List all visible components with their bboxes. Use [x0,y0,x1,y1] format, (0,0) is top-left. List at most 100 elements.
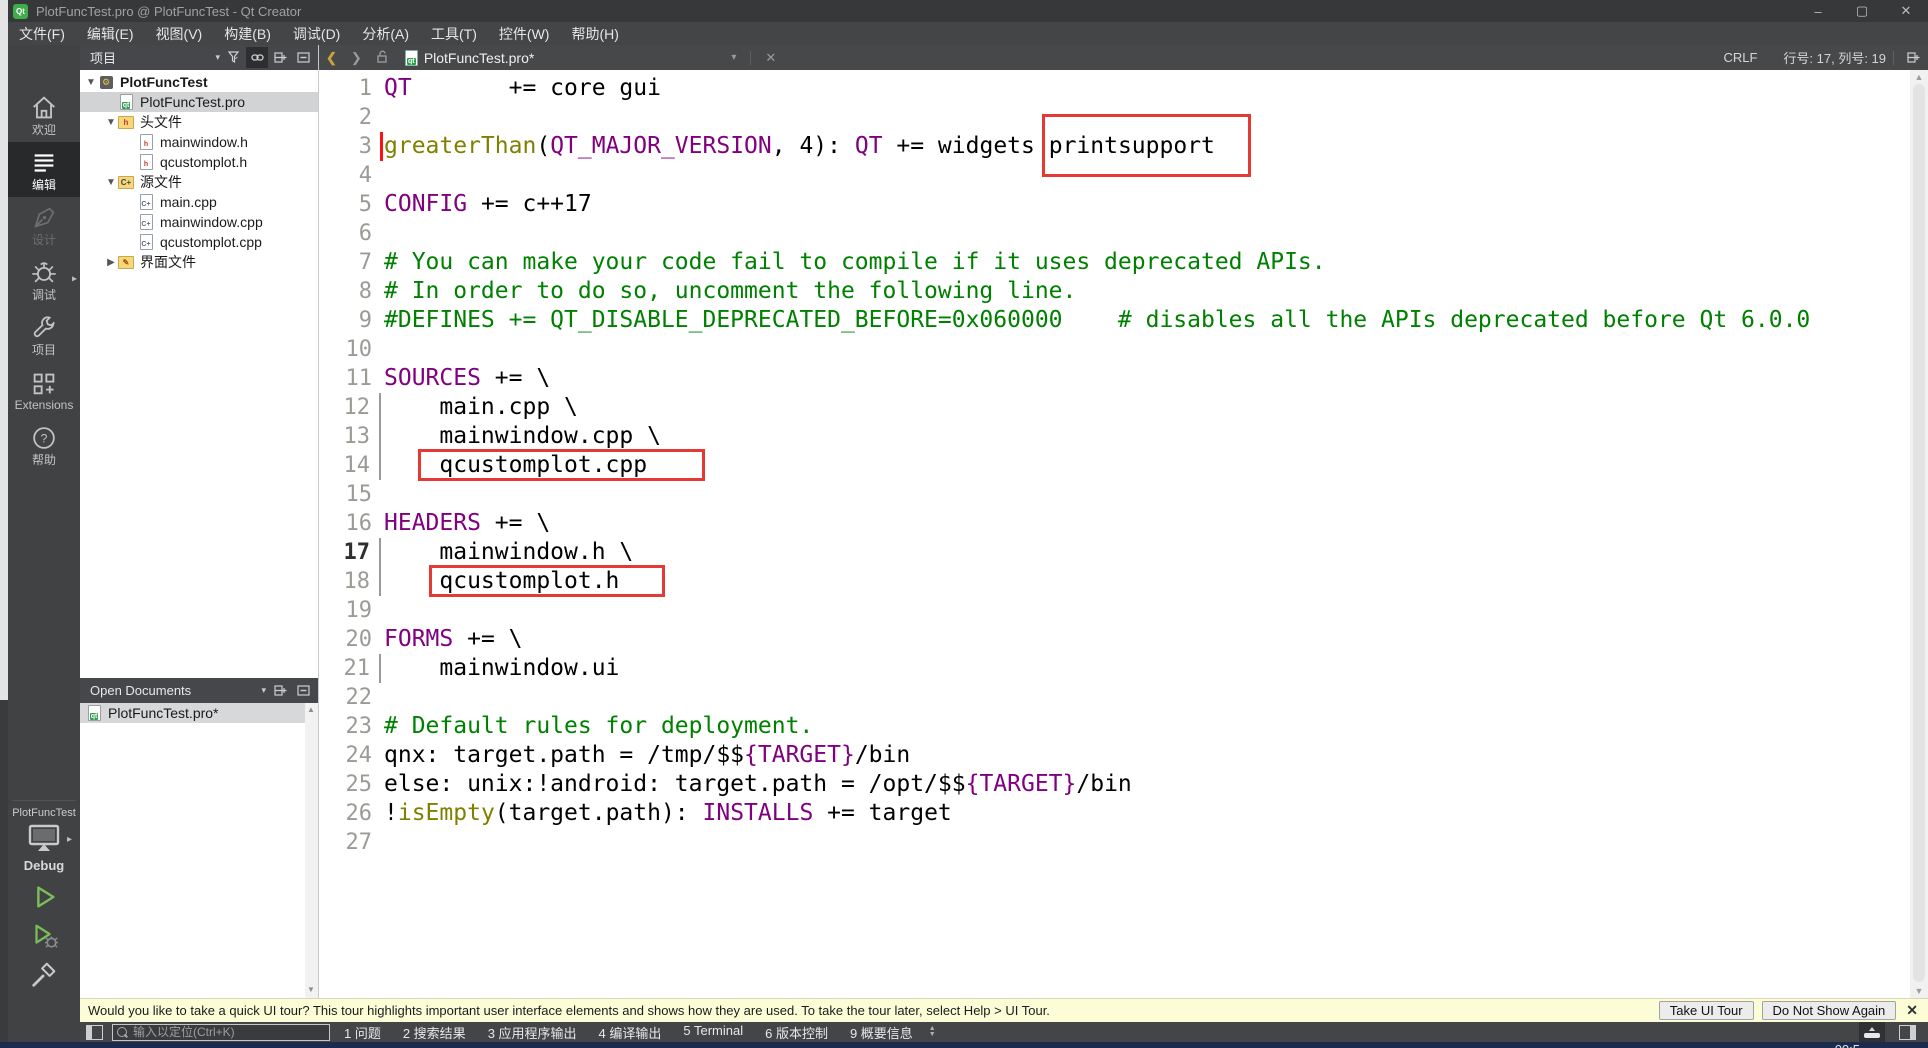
locator[interactable] [112,1024,330,1041]
tab-close-icon[interactable]: ✕ [758,50,783,66]
code-line-18[interactable]: 18 qcustomplot.h [319,567,1910,596]
pane-dropdown-icon[interactable]: ▾ [261,685,266,696]
take-ui-tour-button[interactable]: Take UI Tour [1659,1001,1754,1020]
code-line-24[interactable]: 24qnx: target.path = /tmp/$${TARGET}/bin [319,741,1910,770]
menu-item-7[interactable]: 控件(W) [488,22,561,45]
code-line-12[interactable]: 12 main.cpp \ [319,393,1910,422]
code-text[interactable] [381,335,384,364]
code-text[interactable]: FORMS += \ [381,625,523,654]
code-text[interactable]: else: unix:!android: target.path = /opt/… [381,770,1132,799]
chevron-open-icon[interactable]: ▼ [104,177,118,188]
tree-row-qcustomplot.cpp[interactable]: C+qcustomplot.cpp [80,232,318,252]
code-text[interactable] [381,683,384,712]
maximize-button[interactable]: ▢ [1840,0,1884,22]
code-text[interactable] [381,219,384,248]
forward-arrow-icon[interactable]: ❯ [344,50,369,66]
code-text[interactable] [381,103,384,132]
tree-row-qcustomplot.h[interactable]: hqcustomplot.h [80,152,318,172]
code-text[interactable]: !isEmpty(target.path): INSTALLS += targe… [381,799,952,828]
code-text[interactable]: # Default rules for deployment. [381,712,813,741]
code-line-4[interactable]: 4 [319,161,1910,190]
sidebar-mode-帮助[interactable]: ?帮助 [8,417,80,472]
cursor-position-indicator[interactable]: 行号: 17, 列号: 19 [1783,48,1886,67]
chevron-open-icon[interactable]: ▼ [84,77,98,88]
menu-item-6[interactable]: 工具(T) [420,22,488,45]
code-line-10[interactable]: 10 [319,335,1910,364]
tree-row--[interactable]: ▼C+源文件 [80,172,318,192]
do-not-show-again-button[interactable]: Do Not Show Again [1762,1001,1897,1020]
output-pane-button-1[interactable]: 1 问题 [344,1023,381,1042]
output-pane-button-3[interactable]: 3 应用程序输出 [488,1023,577,1042]
menu-item-5[interactable]: 分析(A) [351,22,420,45]
tree-row--[interactable]: ▶✎界面文件 [80,252,318,272]
code-editor[interactable]: 1QT += core gui23greaterThan(QT_MAJOR_VE… [319,70,1910,998]
code-line-16[interactable]: 16HEADERS += \ [319,509,1910,538]
output-pane-button-4[interactable]: 4 编译输出 [599,1023,662,1042]
back-arrow-icon[interactable]: ❮ [319,50,344,66]
code-text[interactable]: qcustomplot.h [381,567,619,596]
scrollbar-thumb[interactable] [1913,84,1925,982]
scroll-up-icon[interactable]: ▲ [1910,72,1928,82]
code-line-8[interactable]: 8# In order to do so, uncomment the foll… [319,277,1910,306]
tree-row-mainwindow.h[interactable]: hmainwindow.h [80,132,318,152]
code-line-15[interactable]: 15 [319,480,1910,509]
output-pane-button-9[interactable]: 9 概要信息 [850,1023,913,1042]
code-text[interactable]: SOURCES += \ [381,364,550,393]
sidebar-mode-调试[interactable]: 调试▸ [8,252,80,307]
run-button[interactable] [29,882,59,912]
unlocked-icon[interactable] [369,50,395,66]
code-text[interactable]: #DEFINES += QT_DISABLE_DEPRECATED_BEFORE… [381,306,1810,335]
code-line-19[interactable]: 19 [319,596,1910,625]
sidebar-mode-编辑[interactable]: 编辑 [8,142,80,197]
scrollbar[interactable]: ▲ ▼ [305,703,318,998]
minimize-button[interactable]: – [1796,0,1840,22]
code-text[interactable]: mainwindow.h \ [381,538,633,567]
debug-run-button[interactable] [29,921,59,951]
code-line-7[interactable]: 7# You can make your code fail to compil… [319,248,1910,277]
output-pane-button-2[interactable]: 2 搜索结果 [403,1023,466,1042]
code-area[interactable]: 1QT += core gui23greaterThan(QT_MAJOR_VE… [319,74,1910,857]
editor-scrollbar[interactable]: ▲ ▼ [1910,70,1928,998]
right-panel-toggle-icon[interactable] [1899,1025,1916,1040]
pane-dropdown-icon[interactable]: ▾ [215,52,220,63]
chevron-closed-icon[interactable]: ▶ [104,257,118,268]
menu-item-0[interactable]: 文件(F) [8,22,76,45]
code-line-21[interactable]: 21 mainwindow.ui [319,654,1910,683]
code-line-22[interactable]: 22 [319,683,1910,712]
code-line-1[interactable]: 1QT += core gui [319,74,1910,103]
locator-input[interactable] [131,1024,325,1040]
code-text[interactable]: # You can make your code fail to compile… [381,248,1326,277]
tree-row-mainwindow.cpp[interactable]: C+mainwindow.cpp [80,212,318,232]
sidebar-mode-欢迎[interactable]: 欢迎 [8,87,80,142]
code-line-13[interactable]: 13 mainwindow.cpp \ [319,422,1910,451]
output-pane-button-5[interactable]: 5 Terminal [683,1023,743,1042]
code-line-2[interactable]: 2 [319,103,1910,132]
code-line-11[interactable]: 11SOURCES += \ [319,364,1910,393]
split-new-icon[interactable] [269,680,291,701]
code-text[interactable]: CONFIG += c++17 [381,190,592,219]
menu-item-3[interactable]: 构建(B) [213,22,282,45]
scroll-down-icon[interactable]: ▼ [1910,986,1928,996]
code-text[interactable] [381,480,384,509]
editor-tab-label[interactable]: PlotFuncTest.pro* [424,50,535,66]
scroll-down-icon[interactable]: ▼ [307,985,315,994]
code-line-27[interactable]: 27 [319,828,1910,857]
close-button[interactable]: ✕ [1884,0,1928,22]
sidebar-mode-项目[interactable]: 项目 [8,307,80,362]
chevron-down-icon[interactable]: ▾ [724,52,743,63]
code-line-5[interactable]: 5CONFIG += c++17 [319,190,1910,219]
output-pane-button-6[interactable]: 6 版本控制 [765,1023,828,1042]
chevron-open-icon[interactable]: ▼ [104,117,118,128]
code-text[interactable]: # In order to do so, uncomment the follo… [381,277,1076,306]
menu-item-1[interactable]: 编辑(E) [76,22,145,45]
close-icon[interactable]: ✕ [1906,1002,1918,1019]
left-panel-toggle-icon[interactable] [86,1025,103,1040]
code-line-9[interactable]: 9#DEFINES += QT_DISABLE_DEPRECATED_BEFOR… [319,306,1910,335]
build-hammer-button[interactable] [29,960,59,990]
code-text[interactable] [381,596,384,625]
hide-panel-icon[interactable] [292,47,314,68]
code-text[interactable]: qcustomplot.cpp [381,451,647,480]
monitor-icon[interactable]: ▸ [24,822,64,856]
code-line-23[interactable]: 23# Default rules for deployment. [319,712,1910,741]
menu-item-4[interactable]: 调试(D) [282,22,351,45]
